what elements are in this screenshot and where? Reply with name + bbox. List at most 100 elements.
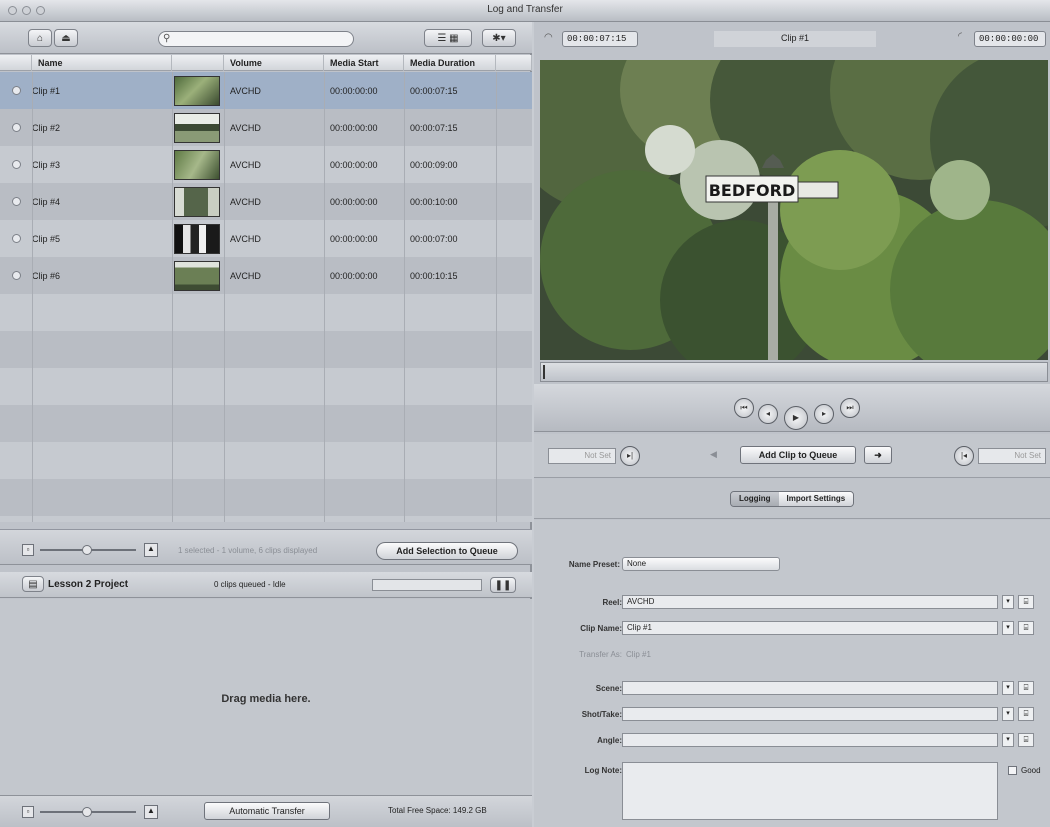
playhead[interactable]	[543, 365, 545, 379]
reel-slate-icon[interactable]: ⌸	[1018, 595, 1034, 609]
mark-controls: Not Set ▸| ◀ Add Clip to Queue ➜ |◂ Not …	[534, 434, 1050, 478]
clip-status-indicator[interactable]	[12, 160, 21, 169]
project-icon: ▤	[28, 578, 38, 590]
clip-row[interactable]: Clip #6 AVCHD 00:00:00:00 00:00:10:15	[0, 257, 532, 294]
column-header-volume[interactable]: Volume	[224, 55, 324, 71]
duration-timecode[interactable]: 00:00:07:15	[562, 31, 638, 47]
add-selection-to-queue-button[interactable]: Add Selection to Queue	[376, 542, 518, 560]
clip-name-slate-icon[interactable]: ⌸	[1018, 621, 1034, 635]
clip-name-dropdown-icon[interactable]: ▾	[1002, 621, 1014, 635]
video-preview[interactable]: BEDFORD	[540, 60, 1048, 360]
eject-button[interactable]: ⏏	[54, 29, 78, 47]
clip-row[interactable]: Clip #3 AVCHD 00:00:00:00 00:00:09:00	[0, 146, 532, 183]
large-thumbnail-icon[interactable]: ▲	[144, 805, 158, 819]
duration-icon: ◠	[544, 32, 553, 43]
scene-field[interactable]	[622, 681, 998, 695]
project-name: Lesson 2 Project	[48, 579, 129, 590]
clip-volume: AVCHD	[230, 196, 261, 207]
column-header-media-duration[interactable]: Media Duration	[404, 55, 496, 71]
step-forward-button[interactable]: ▸	[814, 404, 834, 424]
mark-out-button[interactable]: |◂	[954, 446, 974, 466]
small-thumbnail-icon[interactable]: ▫	[22, 806, 34, 818]
log-note-field[interactable]	[622, 762, 998, 820]
add-clip-to-queue-button[interactable]: Add Clip to Queue	[740, 446, 856, 464]
scrubber-bar[interactable]	[540, 362, 1048, 382]
go-to-start-button[interactable]: ⏮	[734, 398, 754, 418]
scene-dropdown-icon[interactable]: ▾	[1002, 681, 1014, 695]
gear-icon: ✱▾	[492, 32, 506, 44]
transfer-progress-bar	[372, 579, 482, 591]
transfer-as-label: Transfer As:	[579, 650, 622, 659]
in-point-field[interactable]: Not Set	[548, 448, 616, 464]
shot-take-field[interactable]	[622, 707, 998, 721]
browser-toolbar: ⌂ ⏏ ⚲ ☰ ▦ ✱▾	[0, 22, 532, 54]
search-input[interactable]: ⚲	[158, 31, 354, 47]
name-preset-select[interactable]: None	[622, 557, 780, 571]
column-header-thumbnail[interactable]	[172, 55, 224, 71]
clip-status-indicator[interactable]	[12, 271, 21, 280]
clip-media-duration: 00:00:10:15	[410, 270, 458, 281]
column-header-media-start[interactable]: Media Start	[324, 55, 404, 71]
angle-dropdown-icon[interactable]: ▾	[1002, 733, 1014, 747]
browser-status-text: 1 selected - 1 volume, 6 clips displayed	[178, 546, 318, 555]
reel-field[interactable]: AVCHD	[622, 595, 998, 609]
scene-label: Scene:	[595, 684, 622, 693]
clip-thumbnail	[174, 149, 220, 180]
clip-status-indicator[interactable]	[12, 234, 21, 243]
clip-media-duration: 00:00:07:15	[410, 122, 458, 133]
step-back-button[interactable]: ◂	[758, 404, 778, 424]
queue-size-knob[interactable]	[82, 807, 92, 817]
angle-slate-icon[interactable]: ⌸	[1018, 733, 1034, 747]
good-label: Good	[1021, 766, 1041, 775]
reel-label: Reel:	[602, 598, 622, 607]
view-toggle-button[interactable]: ☰ ▦	[424, 29, 472, 47]
project-disclosure-button[interactable]: ▤	[22, 576, 44, 592]
current-time-icon: ◜	[958, 31, 962, 42]
pause-queue-button[interactable]: ❚❚	[490, 577, 516, 593]
window-titlebar: Log and Transfer	[0, 0, 1050, 22]
good-checkbox[interactable]	[1008, 766, 1017, 775]
clip-thumbnail	[174, 112, 220, 143]
viewer-header: ◠ 00:00:07:15 Clip #1 ◜ 00:00:00:00	[534, 28, 1050, 52]
clip-name-field[interactable]: Clip #1	[622, 621, 998, 635]
small-thumbnail-icon[interactable]: ▫	[22, 544, 34, 556]
clip-row[interactable]: Clip #2 AVCHD 00:00:00:00 00:00:07:15	[0, 109, 532, 146]
clip-row[interactable]: Clip #4 AVCHD 00:00:00:00 00:00:10:00	[0, 183, 532, 220]
scene-slate-icon[interactable]: ⌸	[1018, 681, 1034, 695]
add-folder-button[interactable]: ⌂	[28, 29, 52, 47]
clip-status-indicator[interactable]	[12, 86, 21, 95]
next-clip-button[interactable]: ➜	[864, 446, 892, 464]
thumbnail-size-knob[interactable]	[82, 545, 92, 555]
skip-forward-icon: ⏭	[846, 403, 854, 412]
tab-import-settings[interactable]: Import Settings	[778, 492, 854, 506]
clip-list: Clip #1 AVCHD 00:00:00:00 00:00:07:15 Cl…	[0, 72, 532, 522]
shot-take-dropdown-icon[interactable]: ▾	[1002, 707, 1014, 721]
column-header-extra	[496, 55, 532, 71]
shot-take-slate-icon[interactable]: ⌸	[1018, 707, 1034, 721]
clip-media-start: 00:00:00:00	[330, 233, 378, 244]
tab-logging[interactable]: Logging	[731, 492, 779, 506]
column-header-name[interactable]: Name	[32, 55, 172, 71]
previous-clip-icon[interactable]: ◀	[710, 449, 717, 460]
current-timecode[interactable]: 00:00:00:00	[974, 31, 1046, 47]
large-thumbnail-icon[interactable]: ▲	[144, 543, 158, 557]
out-point-field[interactable]: Not Set	[978, 448, 1046, 464]
drop-hint: Drag media here.	[221, 693, 311, 705]
reel-dropdown-icon[interactable]: ▾	[1002, 595, 1014, 609]
clip-status-indicator[interactable]	[12, 197, 21, 206]
clip-status-indicator[interactable]	[12, 123, 21, 132]
go-to-end-button[interactable]: ⏭	[840, 398, 860, 418]
play-button[interactable]: ▶	[784, 406, 808, 430]
angle-field[interactable]	[622, 733, 998, 747]
name-preset-label: Name Preset:	[568, 560, 620, 569]
column-header-status[interactable]	[0, 55, 32, 71]
clip-row[interactable]: Clip #5 AVCHD 00:00:00:00 00:00:07:00	[0, 220, 532, 257]
action-menu-button[interactable]: ✱▾	[482, 29, 516, 47]
mark-in-icon: ▸|	[626, 451, 634, 460]
automatic-transfer-button[interactable]: Automatic Transfer	[204, 802, 330, 820]
mark-in-button[interactable]: ▸|	[620, 446, 640, 466]
queue-drop-zone[interactable]: Drag media here.	[0, 599, 532, 795]
clip-row[interactable]: Clip #1 AVCHD 00:00:00:00 00:00:07:15	[0, 72, 532, 109]
browser-pane: ⌂ ⏏ ⚲ ☰ ▦ ✱▾ Name Volume Media Start Med…	[0, 22, 532, 827]
clip-name-label: Clip Name:	[580, 624, 622, 633]
